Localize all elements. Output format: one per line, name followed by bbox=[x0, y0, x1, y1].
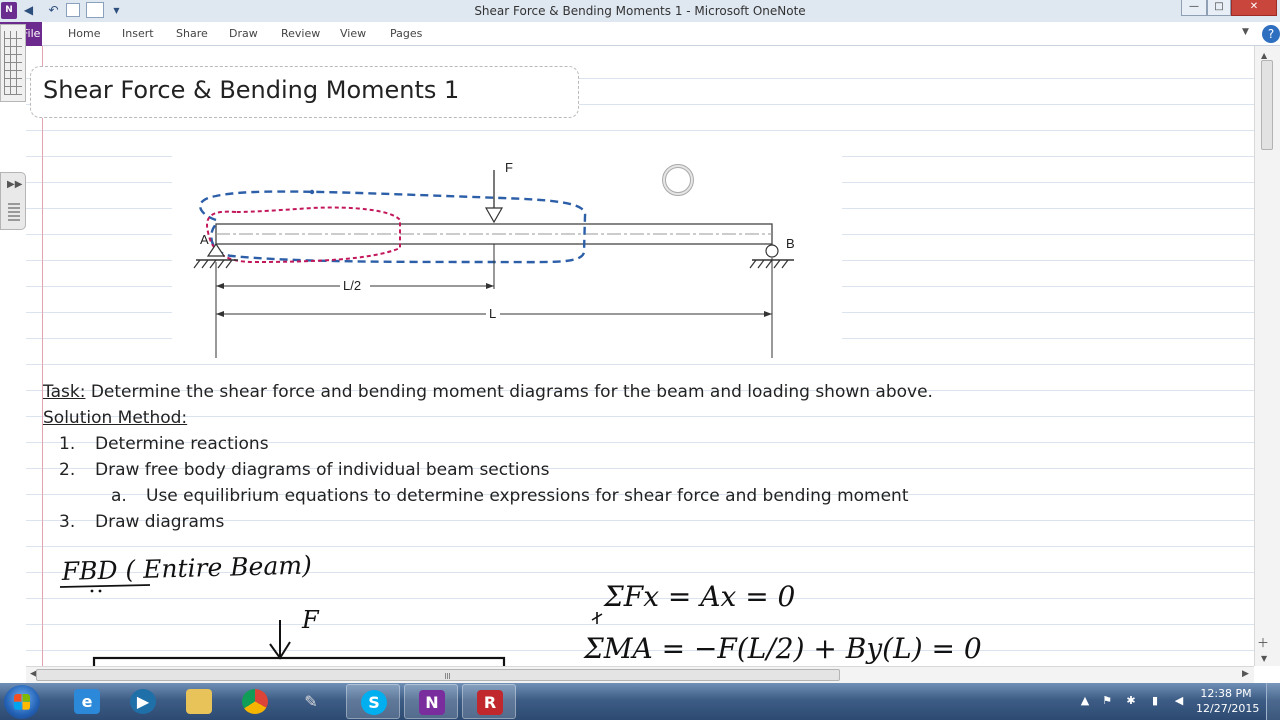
ie-icon: e bbox=[74, 689, 100, 714]
taskbar-ie[interactable]: e bbox=[60, 684, 114, 719]
taskbar-chrome[interactable] bbox=[228, 684, 282, 719]
tab-draw[interactable]: Draw bbox=[229, 22, 258, 46]
ink-fbd: FBD ( Entire Beam) bbox=[60, 550, 312, 586]
pen-icon: ✎ bbox=[304, 692, 318, 711]
ribbon-tabs: File Home Insert Share Draw Review View … bbox=[0, 22, 1280, 46]
clock-date[interactable]: 12/27/2015 bbox=[1196, 702, 1259, 715]
media-player-icon: ▶ bbox=[130, 689, 156, 714]
horizontal-scrollbar[interactable]: ◀ ▶ bbox=[26, 666, 1254, 683]
chrome-icon bbox=[242, 689, 268, 714]
expand-navigation-button[interactable]: ▶▶ bbox=[0, 172, 26, 230]
clock-time[interactable]: 12:38 PM bbox=[1196, 687, 1256, 700]
ink-load-arrow bbox=[269, 620, 291, 660]
show-hidden-icons-icon[interactable]: ▲ bbox=[1078, 694, 1092, 708]
page-canvas[interactable]: Shear Force & Bending Moments 1 F A B L/… bbox=[26, 46, 1254, 666]
ink-load-label: F bbox=[301, 606, 320, 634]
grip-icon bbox=[8, 203, 20, 221]
system-tray: ▲ ⚑ ✱ ▮ ◀ bbox=[1078, 687, 1198, 717]
onenote-icon: N bbox=[419, 690, 445, 715]
tab-pages[interactable]: Pages bbox=[390, 22, 422, 46]
taskbar: e ▶ ✎ S N R ▲ ⚑ ✱ ▮ ◀ 12:38 PM 12/27/201… bbox=[0, 683, 1280, 720]
ink-scribble bbox=[591, 612, 603, 624]
settings-icon[interactable]: ✱ bbox=[1124, 694, 1138, 708]
notebook-grid-icon bbox=[4, 31, 22, 95]
tab-view[interactable]: View bbox=[340, 22, 366, 46]
onenote-window: N ◀ ↶ ▼ Shear Force & Bending Moments 1 … bbox=[0, 0, 1280, 720]
ink-beam-top bbox=[92, 656, 506, 666]
action-center-icon[interactable]: ⚑ bbox=[1100, 694, 1114, 708]
expand-ribbon-icon[interactable]: ▼ bbox=[1242, 27, 1249, 37]
vertical-scrollbar[interactable]: ▲ ＋ ▼ bbox=[1254, 46, 1280, 666]
network-icon[interactable]: ▮ bbox=[1148, 694, 1162, 708]
start-button[interactable] bbox=[4, 685, 40, 719]
double-chevron-right-icon: ▶▶ bbox=[7, 179, 23, 190]
title-bar: N ◀ ↶ ▼ Shear Force & Bending Moments 1 … bbox=[0, 0, 1280, 22]
taskbar-skype[interactable]: S bbox=[346, 684, 400, 719]
tab-review[interactable]: Review bbox=[281, 22, 320, 46]
tab-insert[interactable]: Insert bbox=[122, 22, 154, 46]
windows-logo-icon bbox=[14, 694, 30, 710]
show-desktop-button[interactable] bbox=[1266, 683, 1280, 720]
taskbar-recorder[interactable]: R bbox=[462, 684, 516, 719]
scroll-down-icon[interactable]: ▼ bbox=[1261, 654, 1267, 663]
horizontal-scroll-thumb[interactable] bbox=[36, 669, 840, 681]
volume-icon[interactable]: ◀ bbox=[1172, 694, 1186, 708]
tab-share[interactable]: Share bbox=[176, 22, 208, 46]
taskbar-explorer[interactable] bbox=[172, 684, 226, 719]
taskbar-onenote[interactable]: N bbox=[404, 684, 458, 719]
scroll-right-icon[interactable]: ▶ bbox=[1242, 669, 1249, 679]
skype-icon: S bbox=[361, 690, 387, 715]
minimize-button[interactable]: — bbox=[1181, 0, 1207, 16]
ink-eq-ma: ΣMA = −F(L/2) + By(L) = 0 bbox=[583, 632, 982, 665]
notebook-pane[interactable] bbox=[0, 24, 26, 102]
window-title: Shear Force & Bending Moments 1 - Micros… bbox=[474, 4, 806, 18]
vertical-scroll-thumb[interactable] bbox=[1261, 60, 1273, 150]
taskbar-pen[interactable]: ✎ bbox=[284, 684, 338, 719]
close-button[interactable]: ✕ bbox=[1231, 0, 1277, 16]
ink-layer[interactable]: FBD ( Entire Beam) F ΣFx = Ax = 0 ΣMA = … bbox=[26, 46, 1254, 666]
taskbar-media-player[interactable]: ▶ bbox=[116, 684, 170, 719]
grip-icon bbox=[445, 673, 451, 679]
scroll-up-icon[interactable]: ▲ bbox=[1261, 51, 1267, 60]
explorer-icon bbox=[186, 689, 212, 714]
ink-eq-fx: ΣFx = Ax = 0 bbox=[603, 580, 795, 613]
add-space-icon[interactable]: ＋ bbox=[1257, 634, 1269, 651]
recorder-icon: R bbox=[477, 690, 503, 715]
maximize-button[interactable]: □ bbox=[1207, 0, 1231, 16]
ink-dot bbox=[90, 589, 94, 593]
help-icon[interactable]: ? bbox=[1262, 25, 1280, 43]
tab-home[interactable]: Home bbox=[68, 22, 100, 46]
ink-dot bbox=[98, 589, 102, 593]
